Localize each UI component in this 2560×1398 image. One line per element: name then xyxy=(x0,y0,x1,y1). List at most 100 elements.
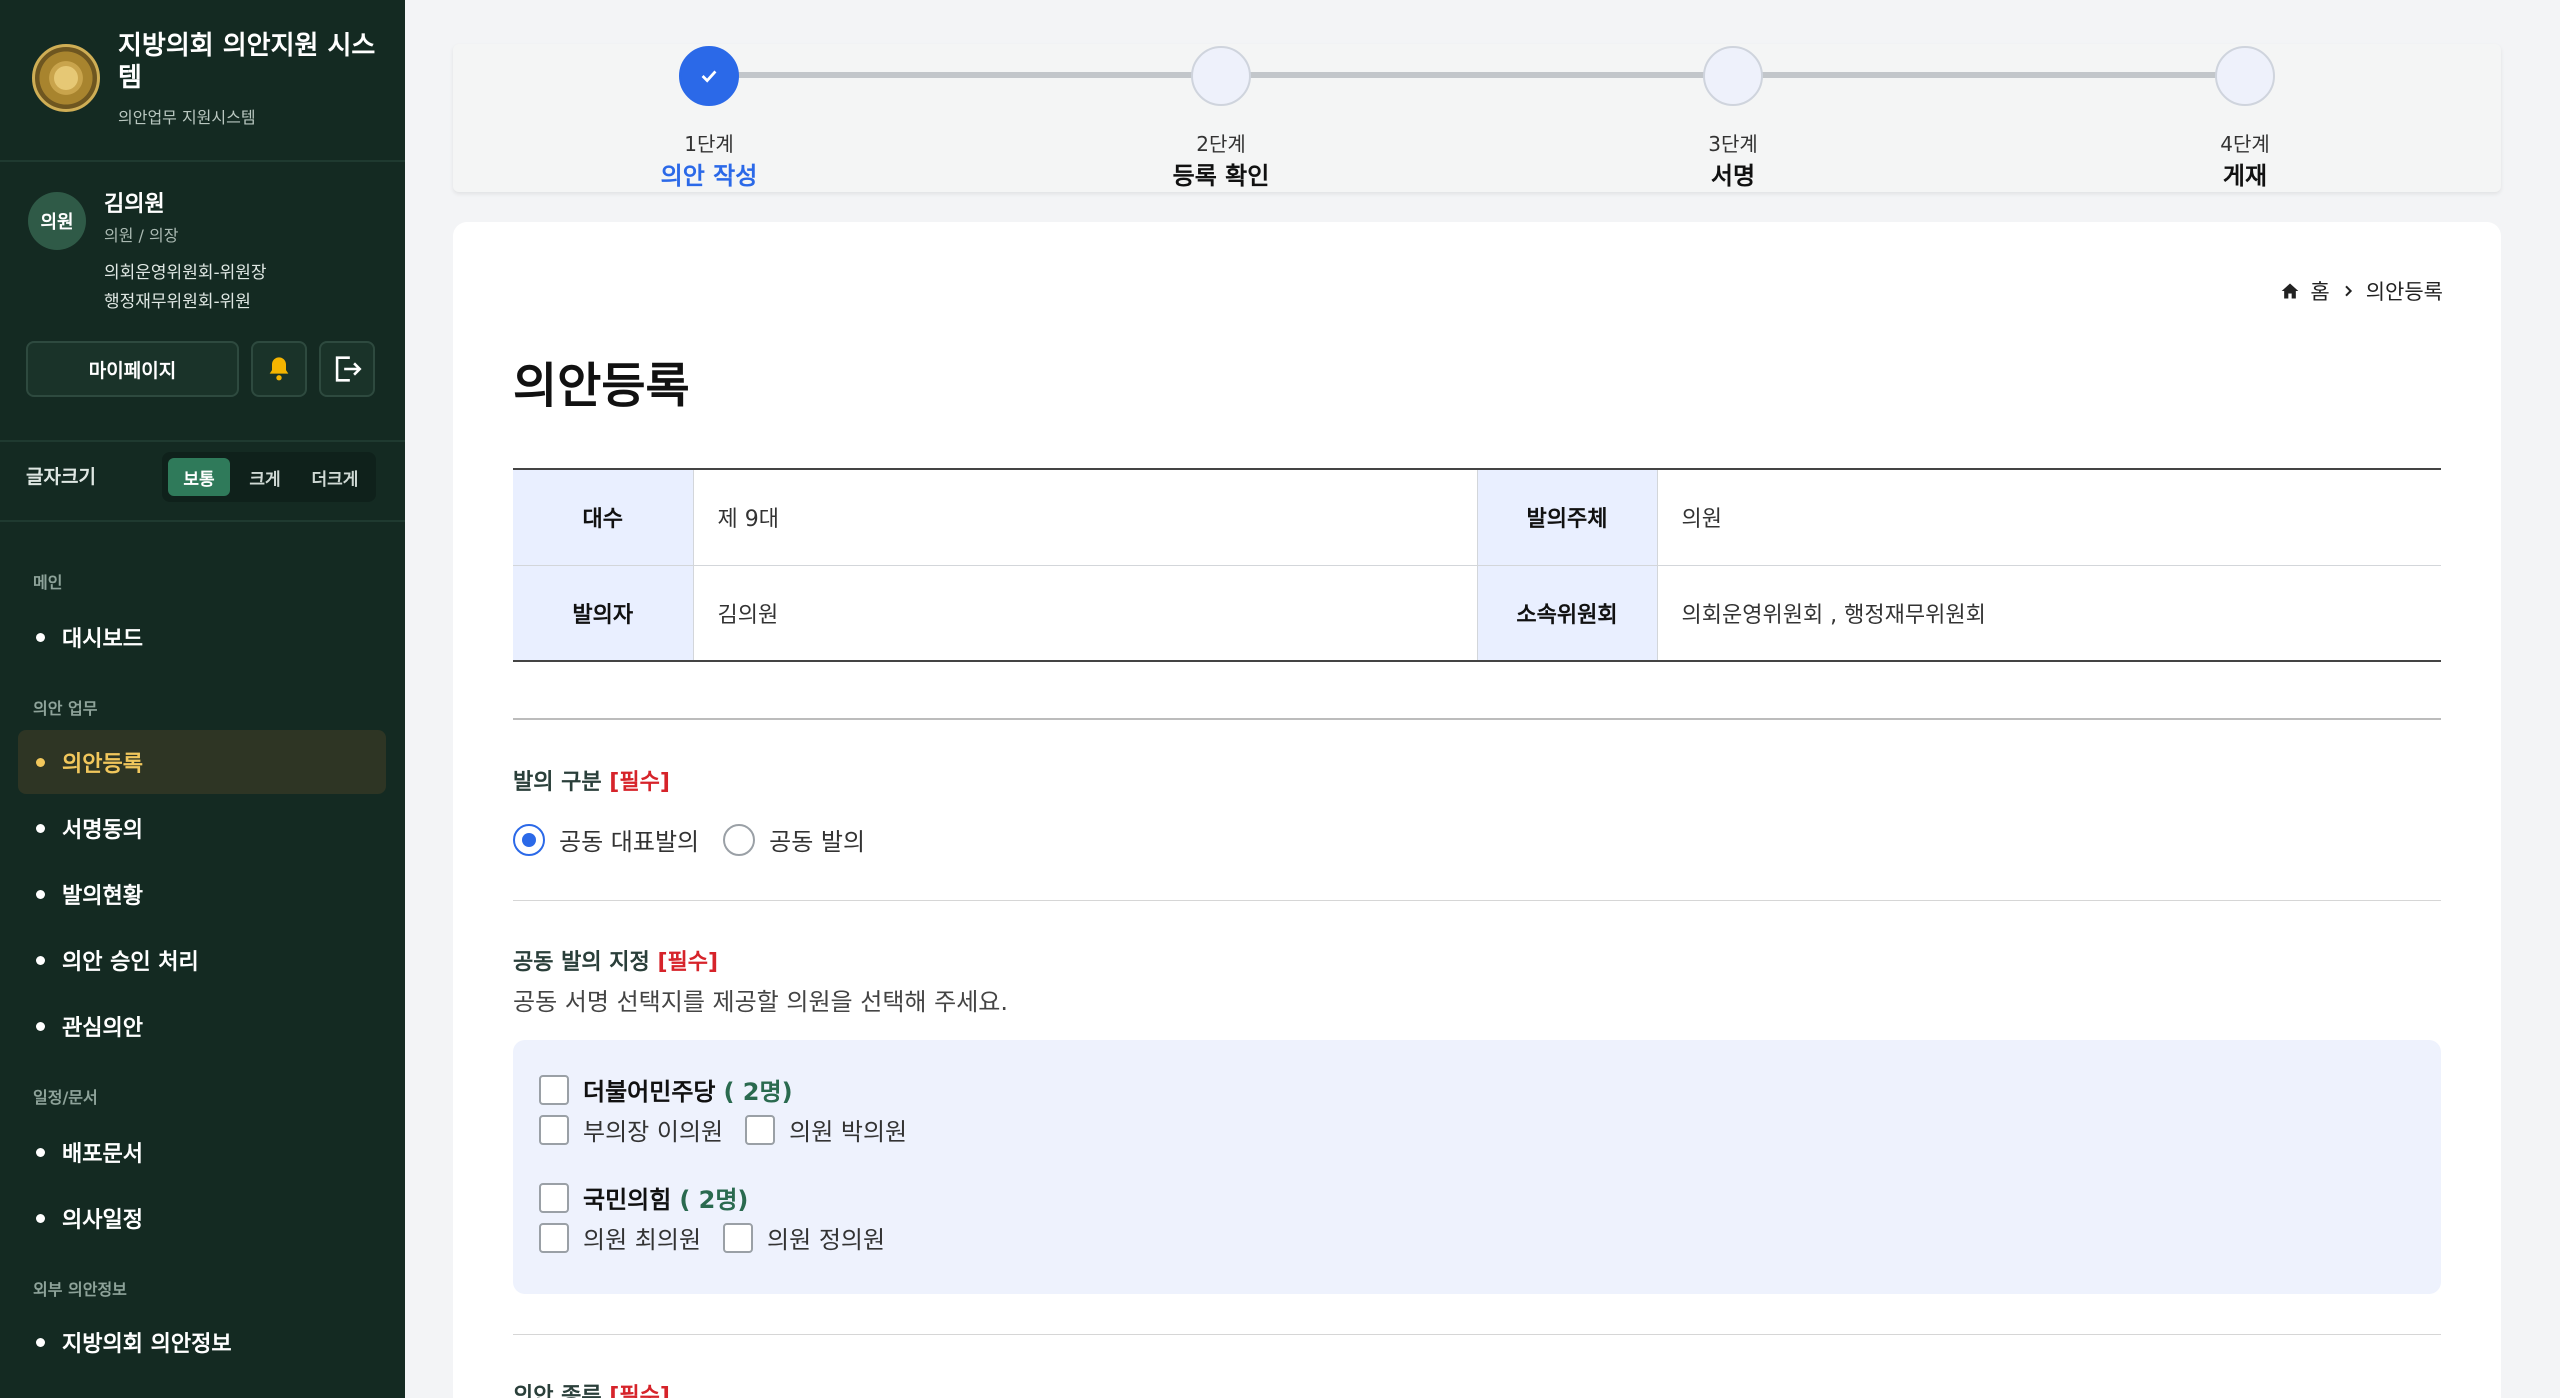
bill-info-table: 대수 제 9대 발의주체 의원 발의자 김의원 소속위원회 의회운영위원회 , … xyxy=(513,468,2441,662)
nav-item-dashboard[interactable]: 대시보드 xyxy=(18,605,386,669)
member-option[interactable]: 의원 정의원 xyxy=(723,1220,885,1255)
nav-item-bill-register[interactable]: 의안등록 xyxy=(18,730,386,794)
step-2-circle xyxy=(1191,46,1251,106)
party-checkbox-row[interactable]: 국민의힘 ( 2명) xyxy=(539,1180,748,1215)
font-size-large[interactable]: 크게 xyxy=(234,458,296,496)
table-value-cell: 제 9대 xyxy=(693,469,1478,566)
nav-item-session-schedule[interactable]: 의사일정 xyxy=(18,1186,386,1250)
section-divider xyxy=(513,1334,2441,1335)
required-badge: [필수] xyxy=(609,1384,670,1398)
required-badge: [필수] xyxy=(609,770,670,795)
check-icon xyxy=(701,70,717,83)
member-checkbox[interactable] xyxy=(539,1222,569,1253)
step-3-name: 서명 xyxy=(1710,162,1756,190)
brand-subtitle: 의안업무 지원시스템 xyxy=(118,108,256,127)
step-4-name: 게재 xyxy=(2222,162,2268,190)
font-size-label: 글자크기 xyxy=(26,466,96,488)
radio-joint[interactable] xyxy=(723,823,756,856)
progress-stepper: 1단계 의안 작성 2단계 등록 확인 3단계 서명 4단계 게재 xyxy=(453,44,2501,192)
cosign-member-picker: 더불어민주당 ( 2명) 부의장 이의원 의원 박의원 국민의힘 ( 2명) 의… xyxy=(513,1040,2441,1294)
radio-joint-lead[interactable] xyxy=(513,823,545,856)
bullet-icon xyxy=(36,890,45,899)
font-size-normal[interactable]: 보통 xyxy=(168,458,230,496)
step-connector xyxy=(1243,72,1727,78)
party-checkbox[interactable] xyxy=(539,1182,569,1213)
member-checkbox[interactable] xyxy=(539,1114,569,1145)
section-divider xyxy=(513,718,2441,720)
font-size-toggle: 보통 크게 더크게 xyxy=(162,452,376,502)
table-header-cell: 소속위원회 xyxy=(1477,565,1658,661)
font-size-larger[interactable]: 더크게 xyxy=(300,458,370,496)
member-checkbox[interactable] xyxy=(745,1114,776,1145)
party-checkbox[interactable] xyxy=(539,1074,569,1105)
member-checkbox[interactable] xyxy=(723,1222,754,1253)
user-name: 김의원 xyxy=(104,192,165,217)
nav-item-watched-bills[interactable]: 관심의안 xyxy=(18,994,386,1058)
step-2-name: 등록 확인 xyxy=(1172,162,1270,190)
nav-item-bill-approval[interactable]: 의안 승인 처리 xyxy=(18,928,386,992)
avatar: 의원 xyxy=(28,192,86,250)
logout-button[interactable] xyxy=(319,341,375,397)
member-row: 부의장 이의원 의원 박의원 xyxy=(539,1112,929,1147)
brand: 지방의회 의안지원 시스템 의안업무 지원시스템 xyxy=(0,0,405,162)
step-connector xyxy=(1755,72,2239,78)
mypage-button[interactable]: 마이페이지 xyxy=(26,341,239,397)
bell-icon xyxy=(269,357,289,381)
user-committee: 의회운영위원회-위원장 xyxy=(104,263,267,283)
bullet-icon xyxy=(36,758,45,767)
bullet-icon xyxy=(36,824,45,833)
logout-icon xyxy=(335,356,362,382)
required-badge: [필수] xyxy=(657,950,719,975)
bullet-icon xyxy=(36,1148,45,1157)
table-header-cell: 대수 xyxy=(513,469,694,566)
home-icon[interactable] xyxy=(2280,281,2300,301)
chevron-right-icon xyxy=(2345,285,2352,297)
step-3-circle xyxy=(1703,46,1763,106)
font-size-control: 글자크기 보통 크게 더크게 xyxy=(0,440,405,522)
table-row: 대수 제 9대 발의주체 의원 xyxy=(513,469,2441,566)
radio-label[interactable]: 공동 발의 xyxy=(769,822,865,857)
breadcrumb-home[interactable]: 홈 xyxy=(2310,276,2329,306)
nav-item-local-council-bills[interactable]: 지방의회 의안정보 xyxy=(18,1310,386,1374)
nav-item-signature-consent[interactable]: 서명동의 xyxy=(18,796,386,860)
step-1-number: 1단계 xyxy=(684,132,734,156)
table-header-cell: 발의자 xyxy=(513,565,694,661)
nav-section-schedule-docs: 일정/문서 xyxy=(33,1088,98,1107)
step-4-number: 4단계 xyxy=(2220,132,2270,156)
cosign-description: 공동 서명 선택지를 제공할 의원을 선택해 주세요. xyxy=(513,988,1009,1016)
member-option[interactable]: 부의장 이의원 xyxy=(539,1112,723,1147)
bullet-icon xyxy=(36,1214,45,1223)
bullet-icon xyxy=(36,1022,45,1031)
council-emblem-logo xyxy=(32,44,100,112)
member-option[interactable]: 의원 최의원 xyxy=(539,1220,701,1255)
table-value-cell: 의회운영위원회 , 행정재무위원회 xyxy=(1681,602,1986,628)
nav-item-proposal-status[interactable]: 발의현황 xyxy=(18,862,386,926)
sidebar: 지방의회 의안지원 시스템 의안업무 지원시스템 의원 김의원 의원 / 의장 … xyxy=(0,0,405,1398)
party-count: ( 2명) xyxy=(679,1186,749,1214)
table-value-cell: 의원 xyxy=(1657,469,2441,566)
page-title: 의안등록 xyxy=(513,358,690,414)
section-divider xyxy=(513,900,2441,901)
user-committee: 행정재무위원회-위원 xyxy=(104,292,251,312)
radio-label[interactable]: 공동 대표발의 xyxy=(559,822,699,857)
member-option[interactable]: 의원 박의원 xyxy=(745,1112,907,1147)
nav-section-main: 메인 xyxy=(33,573,63,592)
nav-item-distributed-docs[interactable]: 배포문서 xyxy=(18,1120,386,1184)
brand-title: 지방의회 의안지원 시스템 xyxy=(118,31,376,93)
party-count: ( 2명) xyxy=(723,1078,793,1106)
user-profile: 의원 김의원 의원 / 의장 의회운영위원회-위원장 행정재무위원회-위원 xyxy=(0,164,405,370)
proposal-type-radio-group: 공동 대표발의 공동 발의 xyxy=(513,822,865,857)
step-1-circle xyxy=(679,46,739,106)
breadcrumb: 홈 의안등록 xyxy=(2280,276,2443,306)
step-2-number: 2단계 xyxy=(1196,132,1246,156)
table-row: 발의자 김의원 소속위원회 의회운영위원회 , 행정재무위원회 xyxy=(513,565,2441,661)
notification-button[interactable] xyxy=(251,341,307,397)
bill-type-label: 의안 종류 [필수] xyxy=(513,1378,670,1398)
breadcrumb-current: 의안등록 xyxy=(2365,280,2443,304)
party-checkbox-row[interactable]: 더불어민주당 ( 2명) xyxy=(539,1072,793,1107)
nav-section-bill-work: 의안 업무 xyxy=(33,699,98,718)
user-role: 의원 / 의장 xyxy=(104,226,179,245)
step-connector xyxy=(731,72,1215,78)
bill-register-card: 홈 의안등록 의안등록 대수 제 9대 발의주체 의원 발의자 김의원 소속위원… xyxy=(453,222,2501,1398)
main-content: 1단계 의안 작성 2단계 등록 확인 3단계 서명 4단계 게재 홈 의안등록… xyxy=(405,0,2560,1398)
